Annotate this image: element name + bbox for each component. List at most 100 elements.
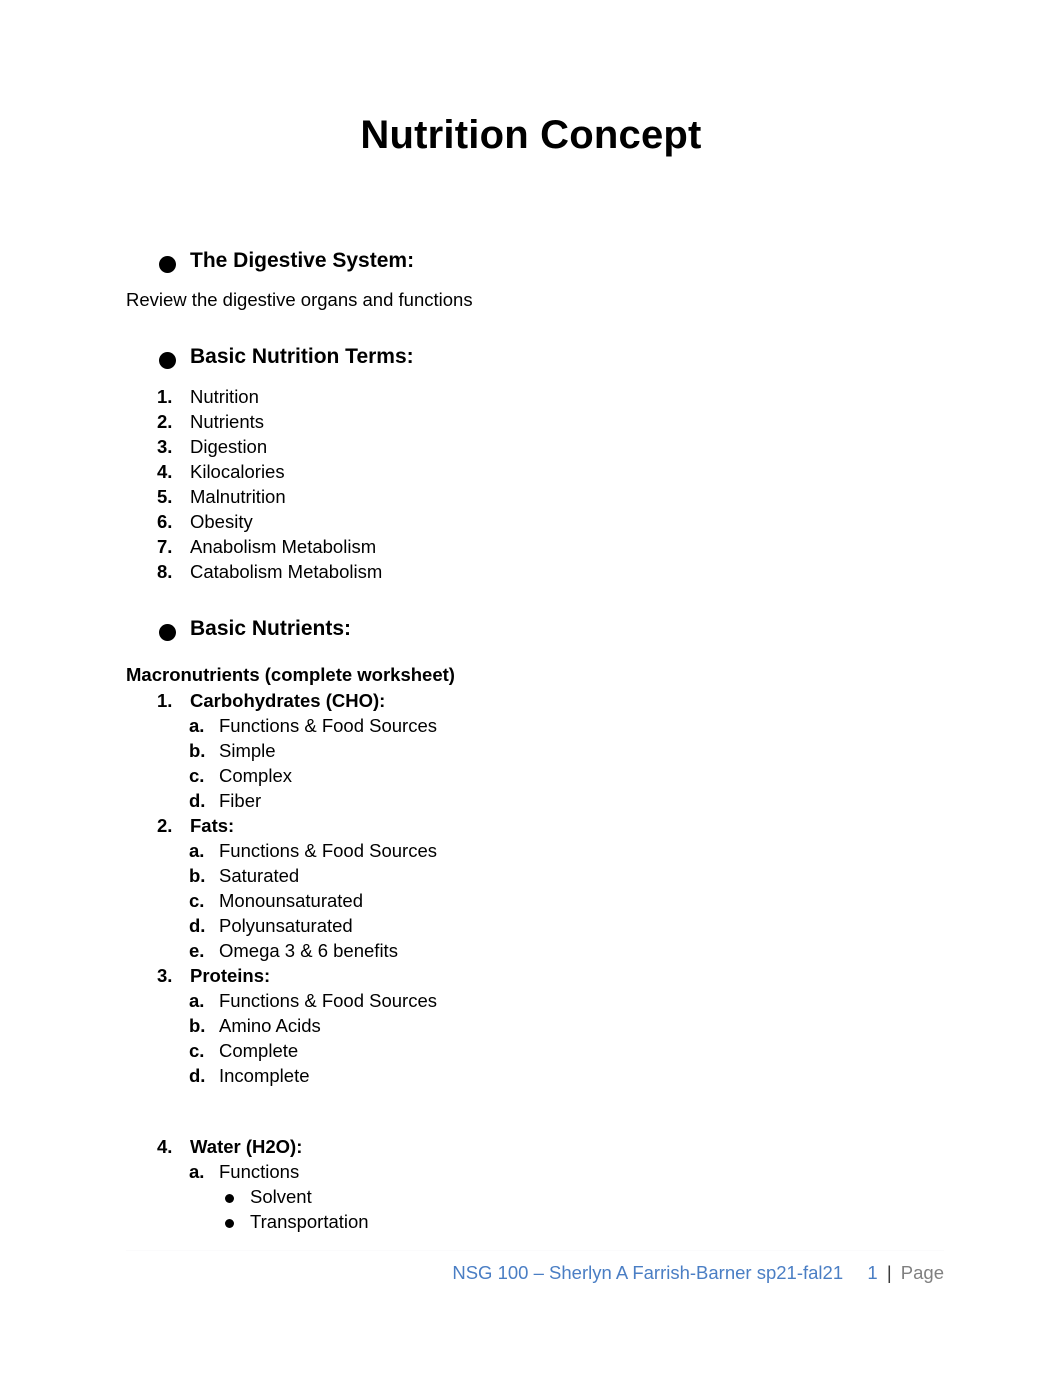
list-marker: d. <box>189 790 206 812</box>
list-item-label: Simple <box>219 740 276 762</box>
document-page: Nutrition Concept The Digestive System: … <box>0 0 1062 1377</box>
list-marker: 5. <box>157 485 173 507</box>
list-marker: a. <box>189 990 205 1012</box>
subsection-heading-macronutrients: Macronutrients (complete worksheet) <box>126 664 455 686</box>
list-marker: 1. <box>157 690 173 712</box>
list-item-label: Monounsaturated <box>219 890 363 912</box>
list-item-label: Digestion <box>190 435 268 457</box>
list-item-label: Obesity <box>190 510 253 532</box>
list-item: e. Omega 3 & 6 benefits <box>126 938 946 963</box>
section-heading-label: Basic Nutrients: <box>190 616 352 640</box>
bullet-dot-icon <box>159 256 176 273</box>
list-item: b. Simple <box>126 738 946 763</box>
list-item: a. Functions & Food Sources <box>126 988 946 1013</box>
list-item-label: Fiber <box>219 790 262 812</box>
list-item: 7. Anabolism Metabolism <box>126 534 946 559</box>
list-marker: 1. <box>157 385 173 407</box>
list-item: 4. Water (H2O): <box>126 1134 946 1159</box>
list-marker: e. <box>189 940 205 962</box>
list-item-label: Solvent <box>250 1186 312 1208</box>
list-item-label: Fats: <box>190 815 235 837</box>
list-marker: 2. <box>157 815 173 837</box>
list-marker: c. <box>189 1040 205 1062</box>
list-item: Transportation <box>126 1209 946 1234</box>
footer-page-number: 1 <box>867 1262 878 1283</box>
list-marker: 4. <box>157 460 173 482</box>
bullet-dot-icon <box>159 352 176 370</box>
footer-page-label: Page <box>900 1262 944 1283</box>
list-marker: a. <box>189 840 205 862</box>
list-marker: 4. <box>157 1136 173 1158</box>
list-marker: a. <box>189 715 205 737</box>
list-item: 2. Nutrients <box>126 409 946 434</box>
bullet-dot-icon <box>225 1219 234 1229</box>
list-item: 3. Proteins: <box>126 963 946 988</box>
footer-separator: | <box>886 1262 892 1283</box>
footer-divider <box>126 1250 944 1251</box>
list-marker: 2. <box>157 410 173 432</box>
section-heading-basic-nutrition-terms: Basic Nutrition Terms: <box>126 344 946 370</box>
list-marker: b. <box>189 1015 206 1037</box>
list-item-label: Nutrients <box>190 410 265 432</box>
section-intro-digestive-system: Review the digestive organs and function… <box>126 288 473 310</box>
list-item: 6. Obesity <box>126 509 946 534</box>
list-item: a. Functions & Food Sources <box>126 838 946 863</box>
page-footer: NSG 100 – Sherlyn A Farrish-Barner sp21-… <box>126 1261 944 1285</box>
list-marker: c. <box>189 890 205 912</box>
list-item: c. Monounsaturated <box>126 888 946 913</box>
list-item: d. Fiber <box>126 788 946 813</box>
page-title: Nutrition Concept <box>360 113 702 157</box>
list-item-label: Omega 3 & 6 benefits <box>219 940 398 962</box>
list-marker: b. <box>189 740 206 762</box>
list-item: b. Amino Acids <box>126 1013 946 1038</box>
list-item: 1. Carbohydrates (CHO): <box>126 688 946 713</box>
list-item: d. Incomplete <box>126 1063 946 1088</box>
list-marker: a. <box>189 1161 205 1183</box>
list-item-label: Malnutrition <box>190 485 286 507</box>
list-marker: d. <box>189 915 206 937</box>
list-item: 2. Fats: <box>126 813 946 838</box>
list-marker: 6. <box>157 510 173 532</box>
list-item: Solvent <box>126 1184 946 1209</box>
list-marker: c. <box>189 765 205 787</box>
list-marker: 7. <box>157 535 173 557</box>
list-item: b. Saturated <box>126 863 946 888</box>
list-item-label: Water (H2O): <box>190 1136 303 1158</box>
list-item-label: Nutrition <box>190 385 259 407</box>
list-item-label: Complete <box>219 1040 299 1062</box>
list-item: c. Complex <box>126 763 946 788</box>
list-item: d. Polyunsaturated <box>126 913 946 938</box>
section-heading-label: The Digestive System: <box>190 249 415 272</box>
list-item-label: Saturated <box>219 865 300 887</box>
document-body: The Digestive System: Review the digesti… <box>126 248 946 1234</box>
list-item: 5. Malnutrition <box>126 484 946 509</box>
list-item-label: Anabolism Metabolism <box>190 535 377 557</box>
list-marker: b. <box>189 865 206 887</box>
list-item-label: Functions & Food Sources <box>219 715 437 737</box>
list-item-label: Proteins: <box>190 965 271 987</box>
list-marker: d. <box>189 1065 206 1087</box>
list-marker: 8. <box>157 560 173 582</box>
list-item: 3. Digestion <box>126 434 946 459</box>
list-item-label: Polyunsaturated <box>219 915 353 937</box>
list-item: c. Complete <box>126 1038 946 1063</box>
list-item: a. Functions & Food Sources <box>126 713 946 738</box>
footer-course-label: NSG 100 – Sherlyn A Farrish-Barner sp21-… <box>452 1262 844 1283</box>
list-item-label: Transportation <box>250 1211 369 1233</box>
list-marker: 3. <box>157 965 173 987</box>
list-item-label: Kilocalories <box>190 460 285 482</box>
list-item-label: Catabolism Metabolism <box>190 560 383 582</box>
list-marker: 3. <box>157 435 173 457</box>
section-heading-basic-nutrients: Basic Nutrients: <box>126 616 946 642</box>
bullet-dot-icon <box>225 1194 234 1204</box>
list-item: 1. Nutrition <box>126 384 946 409</box>
list-item: a. Functions <box>126 1159 946 1184</box>
list-item-label: Complex <box>219 765 292 787</box>
list-item-label: Functions & Food Sources <box>219 840 437 862</box>
